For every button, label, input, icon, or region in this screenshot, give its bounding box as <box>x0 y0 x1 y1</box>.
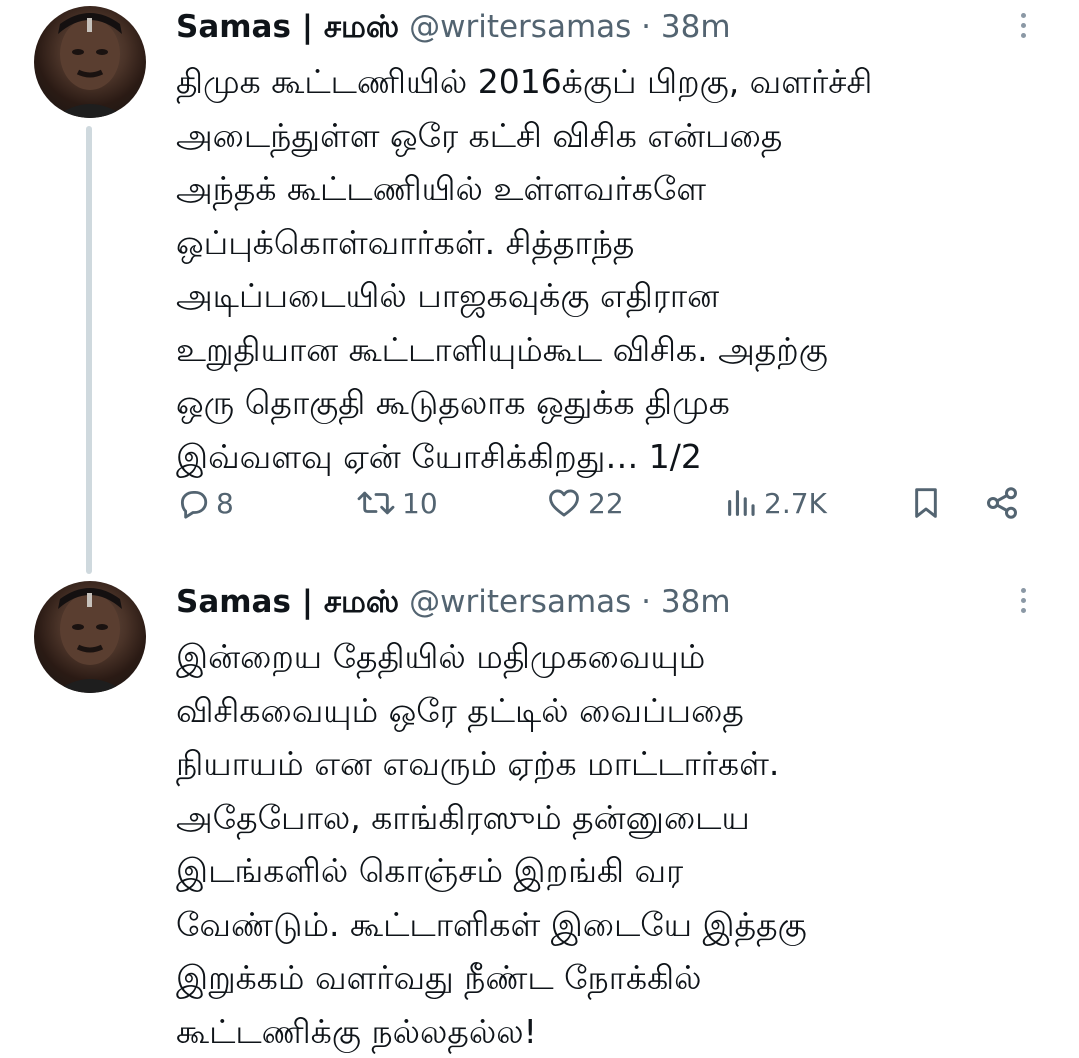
text-line: உறுதியான கூட்டாளியும்கூட விசிக. அதற்கு <box>176 323 1056 377</box>
text-line: நியாயம் என எவரும் ஏற்க மாட்டார்கள். <box>176 737 1056 791</box>
tweet-text: திமுக கூட்டணியில் 2016க்குப் பிறகு, வளர்… <box>176 55 1056 483</box>
share-icon <box>984 485 1020 521</box>
text-line: ஒரு தொகுதி கூடுதலாக ஒதுக்க திமுக <box>176 376 1056 430</box>
bookmark-icon <box>910 485 942 521</box>
separator: · <box>641 9 651 45</box>
reply-button[interactable]: 8 <box>176 478 234 528</box>
timestamp[interactable]: 38m <box>661 584 731 620</box>
text-line: இடங்களில் கொஞ்சம் இறங்கி வர <box>176 844 1056 898</box>
text-line: இறுக்கம் வளர்வது நீண்ட நோக்கில் <box>176 951 1056 1005</box>
views-icon <box>724 486 758 520</box>
text-line: அந்தக் கூட்டணியில் உள்ளவர்களே <box>176 162 1056 216</box>
timestamp[interactable]: 38m <box>661 9 731 45</box>
retweet-icon <box>356 486 396 520</box>
separator: · <box>641 584 651 620</box>
tweet-header: Samas | சமஸ் @writersamas · 38m <box>176 581 731 623</box>
bookmark-button[interactable] <box>910 478 942 528</box>
text-line: வேண்டும். கூட்டாளிகள் இடையே இத்தகு <box>176 898 1056 952</box>
text-line: அதேபோல, காங்கிரஸும் தன்னுடைய <box>176 791 1056 845</box>
like-button[interactable]: 22 <box>546 478 624 528</box>
text-line: அடைந்துள்ள ஒரே கட்சி விசிக என்பதை <box>176 109 1056 163</box>
tweet-1[interactable]: Samas | சமஸ் @writersamas · 38m திமுக கூ… <box>0 0 1079 575</box>
like-count: 22 <box>588 487 624 520</box>
display-name[interactable]: Samas | சமஸ் <box>176 584 399 620</box>
tweet-header: Samas | சமஸ் @writersamas · 38m <box>176 6 731 48</box>
like-icon <box>546 486 582 520</box>
views-button[interactable]: 2.7K <box>724 478 827 528</box>
view-count: 2.7K <box>764 487 827 520</box>
tweet-text: இன்றைய தேதியில் மதிமுகவையும் விசிகவையும்… <box>176 630 1056 1058</box>
more-icon[interactable] <box>1008 8 1038 48</box>
avatar[interactable] <box>34 581 146 693</box>
thread-line <box>86 126 92 574</box>
avatar[interactable] <box>34 6 146 118</box>
text-line: இவ்வளவு ஏன் யோசிக்கிறது… 1/2 <box>176 430 1056 484</box>
share-button[interactable] <box>984 478 1020 528</box>
tweet-2[interactable]: Samas | சமஸ் @writersamas · 38m இன்றைய த… <box>0 575 1079 1042</box>
handle[interactable]: @writersamas <box>409 584 631 620</box>
text-line: விசிகவையும் ஒரே தட்டில் வைப்பதை <box>176 684 1056 738</box>
action-bar: 8 10 22 2.7K <box>176 478 1036 528</box>
handle[interactable]: @writersamas <box>409 9 631 45</box>
text-line: இன்றைய தேதியில் மதிமுகவையும் <box>176 630 1056 684</box>
retweet-count: 10 <box>402 487 438 520</box>
reply-icon <box>176 486 210 520</box>
text-line: கூட்டணிக்கு நல்லதல்ல! <box>176 1005 1056 1058</box>
text-line: அடிப்படையில் பாஜகவுக்கு எதிரான <box>176 269 1056 323</box>
more-icon[interactable] <box>1008 583 1038 623</box>
display-name[interactable]: Samas | சமஸ் <box>176 9 399 45</box>
text-line: ஒப்புக்கொள்வார்கள். சித்தாந்த <box>176 216 1056 270</box>
reply-count: 8 <box>216 487 234 520</box>
retweet-button[interactable]: 10 <box>356 478 438 528</box>
text-line: திமுக கூட்டணியில் 2016க்குப் பிறகு, வளர்… <box>176 55 1056 109</box>
